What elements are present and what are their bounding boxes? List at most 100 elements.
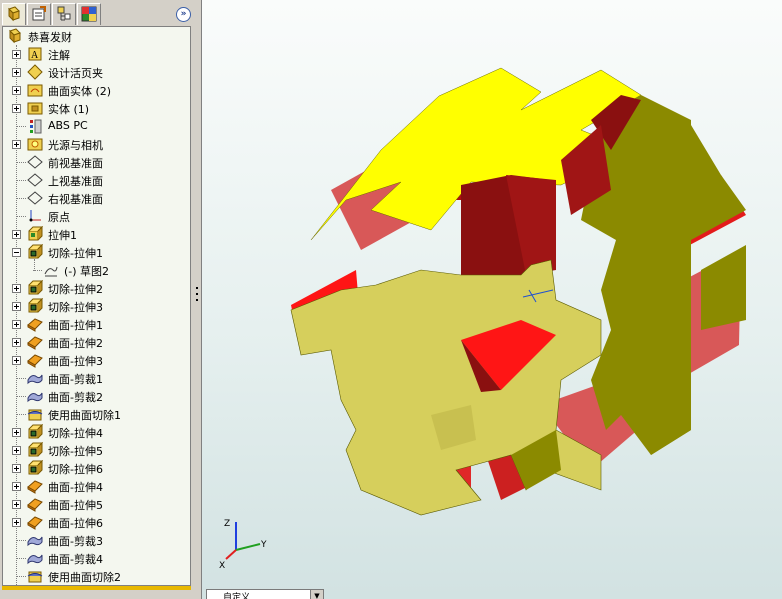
cut-extrude-icon xyxy=(27,441,44,458)
tree-item[interactable]: 前视基准面 xyxy=(3,153,190,171)
tree-item[interactable]: 切除-拉伸3 xyxy=(3,297,190,315)
tree-item-label: 曲面-剪裁3 xyxy=(48,535,103,548)
tree-item-label: 右视基准面 xyxy=(48,193,103,206)
cut-extrude-icon xyxy=(27,459,44,476)
chevron-down-icon: ▼ xyxy=(310,590,323,599)
expand-icon[interactable] xyxy=(12,518,21,527)
expand-icon[interactable] xyxy=(12,68,21,77)
expand-icon[interactable] xyxy=(12,356,21,365)
triad-z-label: Z xyxy=(224,519,230,529)
tree-item[interactable]: 切除-拉伸2 xyxy=(3,279,190,297)
origin-icon xyxy=(27,208,43,224)
tree-item-label: 光源与相机 xyxy=(48,139,103,152)
tree-item[interactable]: 切除-拉伸1 xyxy=(3,243,190,261)
tree-item-label: (-) 草图2 xyxy=(64,265,110,278)
tree-item[interactable]: (-) 草图2 xyxy=(3,261,190,279)
expand-icon[interactable] xyxy=(12,284,21,293)
tree-root-label: 恭喜发财 xyxy=(28,31,72,44)
expand-icon[interactable] xyxy=(12,50,21,59)
tree-item[interactable]: 曲面-拉伸4 xyxy=(3,477,190,495)
tree-item[interactable]: 光源与相机 xyxy=(3,135,190,153)
surface-bodies-icon xyxy=(27,82,43,98)
expand-icon[interactable] xyxy=(12,500,21,509)
model-view: Z Y X xyxy=(219,67,746,571)
collapse-icon[interactable] xyxy=(12,248,21,257)
plane-icon xyxy=(27,190,43,206)
tree-item-label: 曲面-剪裁2 xyxy=(48,391,103,404)
tree-item[interactable]: 右视基准面 xyxy=(3,189,190,207)
tab-feature-manager[interactable] xyxy=(2,3,26,25)
feature-manager-panel: » 恭喜发财 A 注解设计活页夹 曲面实体 (2) 实体 (1) ABS PC 光源与相机… xyxy=(0,0,193,599)
tab-display-manager[interactable] xyxy=(77,3,101,25)
tree-rollback-bar[interactable] xyxy=(2,586,191,590)
tree-item[interactable]: 曲面-剪裁1 xyxy=(3,369,190,387)
expand-icon[interactable] xyxy=(12,446,21,455)
tree-item-label: 原点 xyxy=(48,211,70,224)
surface-extrude-icon xyxy=(27,352,43,368)
tree-item-label: 使用曲面切除1 xyxy=(48,409,121,422)
tree-item[interactable]: 切除-拉伸6 xyxy=(3,459,190,477)
tree-root[interactable]: 恭喜发财 xyxy=(3,27,190,45)
expand-icon[interactable] xyxy=(12,302,21,311)
tree-item-label: 实体 (1) xyxy=(48,103,90,116)
tree-item[interactable]: 曲面-拉伸5 xyxy=(3,495,190,513)
tree-item[interactable]: 设计活页夹 xyxy=(3,63,190,81)
tree-item[interactable]: 原点 xyxy=(3,207,190,225)
expand-icon[interactable] xyxy=(12,86,21,95)
tree-item-label: 切除-拉伸1 xyxy=(48,247,103,260)
cut-with-surface-icon xyxy=(27,568,43,584)
tree-item[interactable]: 曲面实体 (2) xyxy=(3,81,190,99)
tree-item[interactable]: 曲面-剪裁4 xyxy=(3,549,190,567)
tree-item[interactable]: 曲面-拉伸3 xyxy=(3,351,190,369)
expand-icon[interactable] xyxy=(12,140,21,149)
tree-item-label: 曲面-拉伸6 xyxy=(48,517,103,530)
tree-item-label: 切除-拉伸5 xyxy=(48,445,103,458)
tree-item[interactable]: 曲面-拉伸2 xyxy=(3,333,190,351)
tab-property-manager[interactable] xyxy=(27,3,51,25)
tree-item[interactable]: ABS PC xyxy=(3,117,190,135)
tree-item[interactable]: 使用曲面切除2 xyxy=(3,567,190,585)
tree-item[interactable]: 切除-拉伸5 xyxy=(3,441,190,459)
expand-icon[interactable] xyxy=(12,230,21,239)
material-icon xyxy=(27,118,43,134)
expand-icon[interactable] xyxy=(12,482,21,491)
expand-icon[interactable] xyxy=(12,464,21,473)
tree-item[interactable]: 拉伸1 xyxy=(3,225,190,243)
tree-item[interactable]: 实体 (1) xyxy=(3,99,190,117)
expand-icon[interactable] xyxy=(12,338,21,347)
graphics-area[interactable]: Z Y X 自定义 ▼ xyxy=(201,0,782,599)
expand-icon[interactable] xyxy=(12,320,21,329)
panel-splitter[interactable] xyxy=(193,0,201,599)
surface-trim-icon xyxy=(27,388,43,404)
solid-bodies-icon xyxy=(27,100,43,116)
cut-extrude-icon xyxy=(27,423,44,440)
annotation-icon: A xyxy=(27,46,43,62)
tree-item-label: 曲面-剪裁4 xyxy=(48,553,103,566)
tree-item[interactable]: 上视基准面 xyxy=(3,171,190,189)
tree-item[interactable]: 切除-拉伸4 xyxy=(3,423,190,441)
cut-extrude-icon xyxy=(27,243,44,260)
view-orientation-select[interactable]: 自定义 ▼ xyxy=(206,589,324,599)
expand-icon[interactable] xyxy=(12,104,21,113)
tree-item-label: 设计活页夹 xyxy=(48,67,103,80)
tree-item[interactable]: 曲面-剪裁2 xyxy=(3,387,190,405)
tree-item[interactable]: A 注解 xyxy=(3,45,190,63)
tree-item-label: 曲面-拉伸5 xyxy=(48,499,103,512)
expand-panel-button[interactable]: » xyxy=(176,7,191,22)
expand-icon[interactable] xyxy=(12,428,21,437)
tree-item-label: 曲面-拉伸2 xyxy=(48,337,103,350)
tree-item-label: 上视基准面 xyxy=(48,175,103,188)
tree-item-label: 曲面-拉伸4 xyxy=(48,481,103,494)
tree-item-label: 切除-拉伸3 xyxy=(48,301,103,314)
svg-text:A: A xyxy=(31,50,39,61)
tree-item-label: 曲面-拉伸1 xyxy=(48,319,103,332)
triad xyxy=(225,522,261,560)
tab-configuration-manager[interactable] xyxy=(52,3,76,25)
tree-item[interactable]: 使用曲面切除1 xyxy=(3,405,190,423)
property-manager-icon xyxy=(32,6,46,21)
tree-item[interactable]: 曲面-拉伸1 xyxy=(3,315,190,333)
lights-cameras-icon xyxy=(27,136,43,152)
surface-extrude-icon xyxy=(27,514,43,530)
tree-item[interactable]: 曲面-剪裁3 xyxy=(3,531,190,549)
tree-item[interactable]: 曲面-拉伸6 xyxy=(3,513,190,531)
